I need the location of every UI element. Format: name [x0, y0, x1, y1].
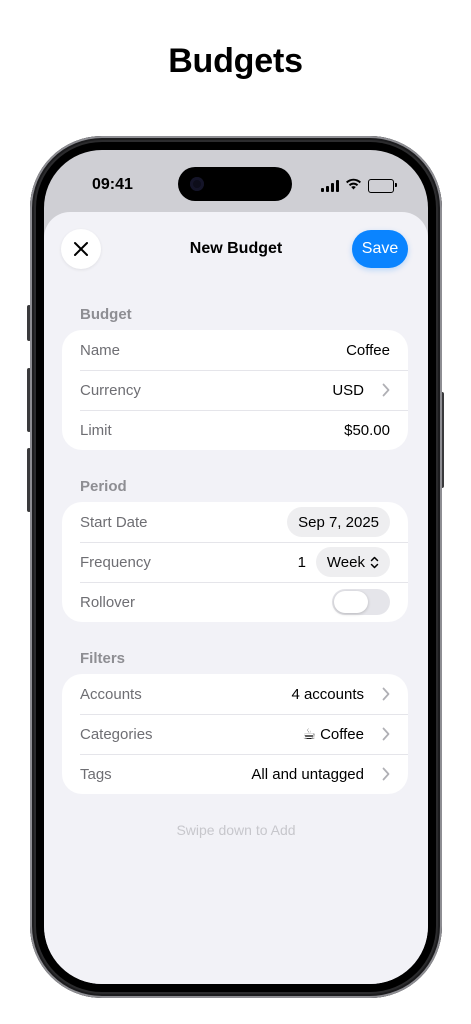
camera-icon — [190, 177, 204, 191]
new-budget-sheet: New Budget Save Budget Name Coffee Curre… — [44, 212, 428, 984]
period-group: Start Date Sep 7, 2025 Frequency 1 Week … — [62, 502, 408, 622]
tags-row[interactable]: Tags All and untagged — [62, 754, 408, 794]
save-button[interactable]: Save — [352, 230, 408, 268]
chevron-right-icon — [382, 383, 390, 397]
chevron-right-icon — [382, 727, 390, 741]
start-date-label: Start Date — [80, 513, 148, 531]
rollover-label: Rollover — [80, 593, 136, 611]
tags-label: Tags — [80, 765, 112, 783]
tags-value: All and untagged — [251, 765, 364, 783]
budget-section-header: Budget — [80, 306, 132, 323]
limit-value[interactable]: $50.00 — [344, 422, 390, 439]
accounts-row[interactable]: Accounts 4 accounts — [62, 674, 408, 714]
frequency-count[interactable]: 1 — [298, 554, 306, 571]
currency-value: USD — [332, 381, 364, 399]
start-date-row: Start Date Sep 7, 2025 — [62, 502, 408, 542]
chevron-up-down-icon — [370, 556, 379, 568]
frequency-label: Frequency — [80, 553, 151, 571]
limit-label: Limit — [80, 421, 112, 439]
period-section-header: Period — [80, 478, 127, 495]
frequency-unit-label: Week — [326, 553, 365, 571]
swipe-hint: Swipe down to Add — [176, 822, 296, 838]
cellular-signal-icon — [321, 180, 339, 192]
limit-row[interactable]: Limit $50.00 — [62, 410, 408, 450]
start-date-picker[interactable]: Sep 7, 2025 — [287, 507, 390, 537]
categories-label: Categories — [80, 725, 153, 743]
filters-group: Accounts 4 accounts Categories ☕ Coffee … — [62, 674, 408, 794]
battery-icon — [368, 179, 397, 193]
phone-screen: 09:41 New Budget Save Budget Name Coffee… — [44, 150, 428, 984]
categories-value: ☕ Coffee — [302, 726, 364, 743]
toggle-knob — [334, 591, 368, 613]
filters-section-header: Filters — [80, 650, 126, 667]
rollover-row: Rollover — [62, 582, 408, 622]
accounts-label: Accounts — [80, 685, 142, 703]
chevron-right-icon — [382, 767, 390, 781]
categories-row[interactable]: Categories ☕ Coffee — [62, 714, 408, 754]
page-title: Budgets — [168, 42, 303, 80]
dynamic-island — [178, 167, 292, 201]
budget-group: Name Coffee Currency USD Limit $50.00 — [62, 330, 408, 450]
status-icons — [321, 177, 397, 195]
name-label: Name — [80, 341, 121, 359]
accounts-value: 4 accounts — [291, 685, 364, 703]
currency-label: Currency — [80, 381, 141, 399]
status-time: 09:41 — [92, 176, 133, 193]
frequency-row: Frequency 1 Week — [62, 542, 408, 582]
wifi-icon — [345, 177, 362, 195]
chevron-right-icon — [382, 687, 390, 701]
frequency-unit-picker[interactable]: Week — [315, 547, 390, 577]
rollover-toggle[interactable] — [332, 589, 390, 615]
currency-row[interactable]: Currency USD — [62, 370, 408, 410]
name-value[interactable]: Coffee — [346, 342, 390, 359]
name-row[interactable]: Name Coffee — [62, 330, 408, 370]
